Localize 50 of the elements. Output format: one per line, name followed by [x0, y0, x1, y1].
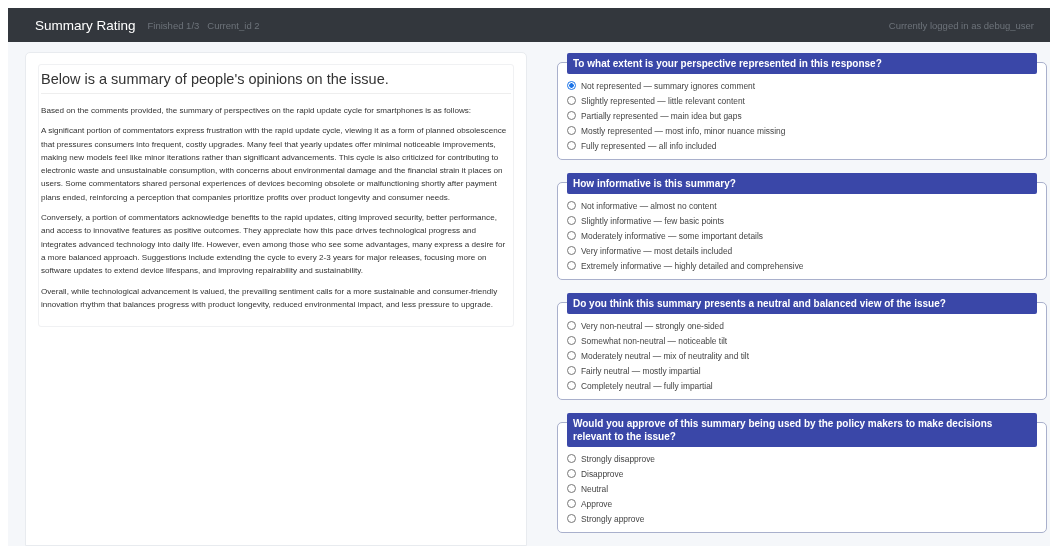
summary-paragraph: Conversely, a portion of commentators acknowledge benefits to the rapid updates, citing improved security, better performance, and access to innovative features as positive outcomes. They appreciate how this pace drives technological progress and integrates advanced technology into daily life. However, even among those who see some advantages, many express a desire for a more balanced approach. Suggestions include extending the cycle to every 2-3 years for major releases, focusing more on software updates to extend device lifespans, and improving repairability and sustainability.: [41, 212, 507, 278]
summary-paragraph: Based on the comments provided, the summary of perspectives on the rapid update cycle for smartphones is as follows:: [41, 105, 473, 117]
radio-option[interactable]: Not informative — almost no content: [567, 198, 1046, 213]
radio-icon[interactable]: [567, 96, 576, 105]
question-header: How informative is this summary?: [567, 173, 1037, 194]
app-title: Summary Rating: [35, 17, 136, 33]
radio-icon[interactable]: [567, 81, 576, 90]
radio-option[interactable]: Strongly disapprove: [567, 451, 1046, 466]
radio-icon[interactable]: [567, 246, 576, 255]
radio-option[interactable]: Somewhat non-neutral — noticeable tilt: [567, 333, 1046, 348]
radio-option[interactable]: Extremely informative — highly detailed and comprehensive: [567, 258, 1046, 273]
radio-icon[interactable]: [567, 321, 576, 330]
question-header: Would you approve of this summary being used by the policy makers to make decisions relevant to the issue?: [567, 413, 1037, 447]
radio-option[interactable]: Partially represented — main idea but gaps: [567, 108, 1046, 123]
radio-icon[interactable]: [567, 454, 576, 463]
radio-icon[interactable]: [567, 336, 576, 345]
radio-icon[interactable]: [567, 216, 576, 225]
radio-icon[interactable]: [567, 231, 576, 240]
radio-option[interactable]: Disapprove: [567, 466, 1046, 481]
radio-option[interactable]: Fairly neutral — mostly impartial: [567, 363, 1046, 378]
radio-option[interactable]: Slightly represented — little relevant content: [567, 93, 1046, 108]
radio-option[interactable]: Not represented — summary ignores comment: [567, 78, 1046, 93]
radio-option[interactable]: Completely neutral — fully impartial: [567, 378, 1046, 393]
radio-option[interactable]: Approve: [567, 496, 1046, 511]
radio-icon[interactable]: [567, 201, 576, 210]
radio-icon[interactable]: [567, 366, 576, 375]
radio-option[interactable]: Moderately neutral — mix of neutrality and tilt: [567, 348, 1046, 363]
radio-icon[interactable]: [567, 484, 576, 493]
radio-icon[interactable]: [567, 111, 576, 120]
radio-option[interactable]: Moderately informative — some important details: [567, 228, 1046, 243]
summary-heading: Below is a summary of people's opinions on the issue.: [41, 65, 511, 94]
radio-icon[interactable]: [567, 499, 576, 508]
radio-icon[interactable]: [567, 141, 576, 150]
radio-option[interactable]: Very non-neutral — strongly one-sided: [567, 318, 1046, 333]
question-header: Do you think this summary presents a neutral and balanced view of the issue?: [567, 293, 1037, 314]
radio-icon[interactable]: [567, 126, 576, 135]
radio-option[interactable]: Strongly approve: [567, 511, 1046, 526]
radio-icon[interactable]: [567, 351, 576, 360]
radio-icon[interactable]: [567, 381, 576, 390]
summary-paragraph: A significant portion of commentators express frustration with the rapid update cycle, viewing it as a form of planned obsolescence that pressures consumers into frequent, costly upgrades. Many feel that yearly updates offer minimal noticeable improvements, making new models feel like minor iterations rather than significant advancements. This cycle is also criticized for contributing to electronic waste and unsustainable consumption, with concerns about environmental damage and the financial strain it places on users. Some commentators shared personal experiences of devices becoming obsolete or malfunctioning shortly after payment plans ended, reinforcing a perception that companies prioritize profits over product longevity and consumer needs.: [41, 125, 508, 204]
radio-option[interactable]: Fully represented — all info included: [567, 138, 1046, 153]
summary-paragraph: Overall, while technological advancement is valued, the prevailing sentiment calls for a more sustainable and consumer-friendly innovation rhythm that balances progress with product longevity, reduced environmental impact, and less pressure to upgrade.: [41, 285, 499, 311]
radio-icon[interactable]: [567, 469, 576, 478]
radio-option[interactable]: Neutral: [567, 481, 1046, 496]
radio-option[interactable]: Very informative — most details included: [567, 243, 1046, 258]
radio-icon[interactable]: [567, 514, 576, 523]
question-header: To what extent is your perspective represented in this response?: [567, 53, 1037, 74]
radio-option[interactable]: Slightly informative — few basic points: [567, 213, 1046, 228]
radio-icon[interactable]: [567, 261, 576, 270]
radio-option[interactable]: Mostly represented — most info, minor nuance missing: [567, 123, 1046, 138]
